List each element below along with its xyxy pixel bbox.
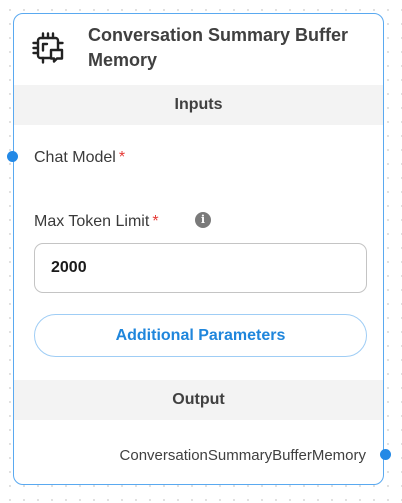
output-section-header: Output [14, 380, 383, 420]
node-header: Conversation Summary Buffer Memory [14, 14, 383, 87]
required-marker: * [152, 213, 159, 230]
max-token-limit-input[interactable] [34, 243, 367, 293]
node-card[interactable]: Conversation Summary Buffer Memory Input… [13, 13, 384, 485]
info-icon[interactable]: i [195, 212, 211, 228]
additional-parameters-button[interactable]: Additional Parameters [34, 314, 367, 357]
node-title: Conversation Summary Buffer Memory [88, 25, 349, 70]
memory-chip-chat-icon [32, 32, 64, 64]
chat-model-label-text: Chat Model [34, 149, 116, 166]
max-token-limit-label-text: Max Token Limit [34, 213, 150, 230]
chat-model-label: Chat Model * [34, 149, 125, 167]
output-handle[interactable] [380, 449, 391, 460]
output-label: ConversationSummaryBufferMemory [119, 447, 366, 464]
chat-model-input-handle[interactable] [7, 151, 18, 162]
required-marker: * [118, 149, 126, 166]
inputs-section-header: Inputs [14, 85, 383, 125]
max-token-limit-label: Max Token Limit * [34, 213, 159, 231]
